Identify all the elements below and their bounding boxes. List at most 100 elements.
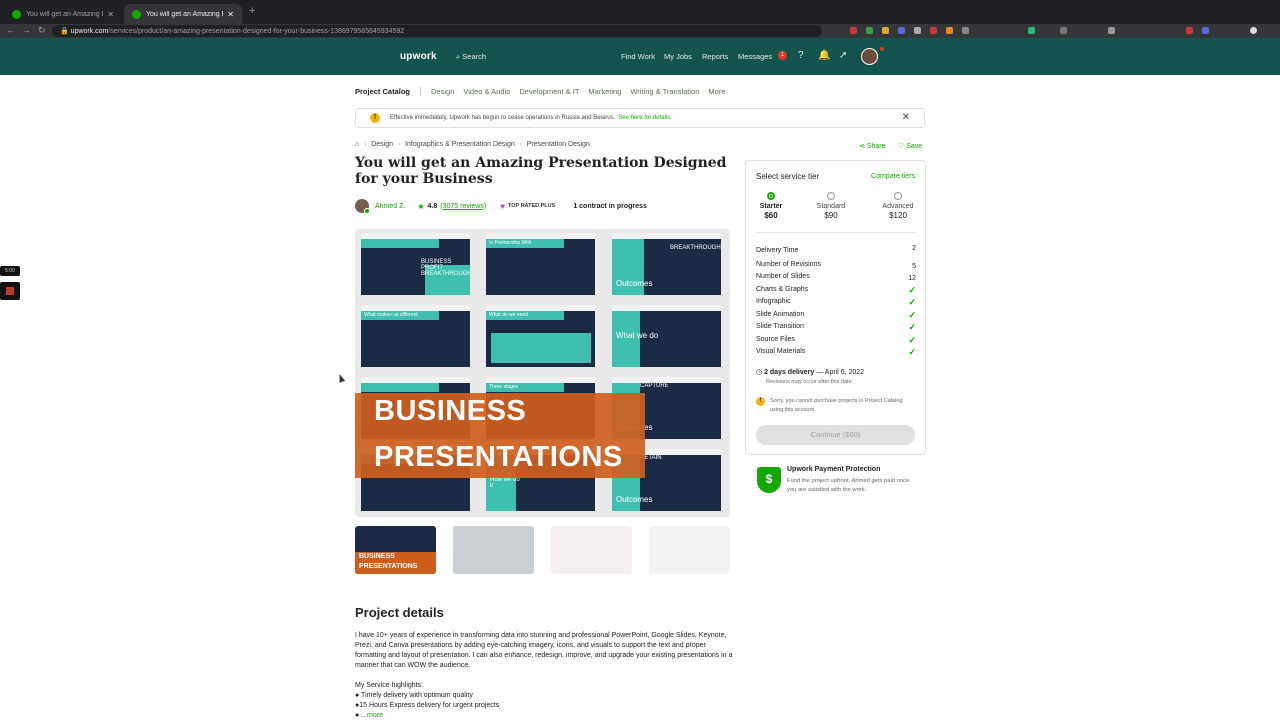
forward-icon[interactable]: →	[22, 25, 31, 35]
close-tab-icon[interactable]: ✕	[107, 10, 114, 19]
tier-option-advanced[interactable]: Advanced $120	[873, 192, 923, 220]
heart-icon: ♡	[898, 143, 905, 150]
slide-heading	[361, 239, 439, 248]
checkmark-icon: ✓	[908, 297, 916, 307]
highlight-item: ● Timely delivery with optimum quality	[355, 692, 473, 699]
clock-icon: ◷	[756, 369, 763, 376]
extension-icon[interactable]	[946, 27, 953, 34]
project-catalog-link[interactable]: Project Catalog	[355, 86, 422, 96]
extension-icon[interactable]	[1108, 27, 1115, 34]
reload-icon[interactable]: ↻	[38, 25, 46, 36]
extension-icon[interactable]	[1028, 27, 1035, 34]
breadcrumb-presentation-design[interactable]: Presentation Design	[527, 141, 590, 148]
share-button[interactable]: ⋖ Share	[859, 142, 886, 150]
close-icon[interactable]: ✕	[902, 112, 910, 123]
cat-video-audio[interactable]: Video & Audio	[463, 87, 510, 96]
highlights-title: My Service highlights:	[355, 682, 424, 689]
gallery-thumbnail[interactable]	[551, 526, 632, 574]
close-tab-icon[interactable]: ✕	[227, 10, 234, 19]
radio-icon	[827, 192, 835, 200]
gallery-slide: BUSINESS PROFIT BREAKTHROUGH	[361, 233, 470, 295]
nav-find-work[interactable]: Find Work	[621, 52, 655, 61]
extension-icon[interactable]	[882, 27, 889, 34]
feature-label: Charts & Graphs	[756, 286, 809, 293]
cat-design[interactable]: Design	[431, 87, 454, 96]
feature-label: Number of Revisions	[756, 261, 821, 268]
direct-contracts-icon[interactable]: ➚	[839, 50, 847, 61]
slide-big-label: How we do it	[490, 477, 520, 489]
gallery-thumbnail[interactable]	[453, 526, 534, 574]
extension-icon[interactable]	[1060, 27, 1067, 34]
gallery-main-image[interactable]: BUSINESS PROFIT BREAKTHROUGH In Partners…	[355, 229, 730, 517]
extension-icon[interactable]	[962, 27, 969, 34]
extension-icon[interactable]	[850, 27, 857, 34]
gallery-slide: What do we need	[486, 305, 595, 367]
nav-reports[interactable]: Reports	[702, 52, 728, 61]
cat-marketing[interactable]: Marketing	[588, 87, 621, 96]
compare-tiers-link[interactable]: Compare tiers	[871, 173, 915, 180]
new-tab-icon[interactable]: +	[249, 5, 255, 17]
cat-writing-translation[interactable]: Writing & Translation	[630, 87, 699, 96]
cat-development-it[interactable]: Development & IT	[519, 87, 579, 96]
breadcrumb-design[interactable]: Design	[371, 141, 393, 148]
gallery-thumbnail[interactable]	[649, 526, 730, 574]
continue-button[interactable]: Continue ($60)	[756, 425, 915, 445]
gallery-slide: What makes us different	[361, 305, 470, 367]
feature-label: Slide Animation	[756, 311, 805, 318]
browser-tab-active[interactable]: You will get an Amazing Presentation ✕	[124, 4, 242, 24]
tier-option-starter[interactable]: Starter $60	[746, 192, 796, 220]
payment-shield-icon: $	[757, 467, 781, 493]
extension-icon[interactable]	[1202, 27, 1209, 34]
extension-icon[interactable]	[866, 27, 873, 34]
stop-recording-button[interactable]	[0, 282, 20, 300]
cat-more[interactable]: More	[708, 87, 725, 96]
feature-label: Delivery Time	[756, 247, 799, 254]
warning-icon: !	[370, 113, 380, 123]
extension-icon[interactable]	[898, 27, 905, 34]
profile-icon[interactable]	[1250, 27, 1257, 34]
messages-badge: 1	[778, 51, 787, 60]
seller-name[interactable]: Ahmed Z.	[375, 203, 405, 210]
divider	[756, 232, 916, 233]
back-icon[interactable]: ←	[6, 25, 15, 35]
delivery-date: — April 6, 2022	[814, 369, 865, 376]
purchase-restriction-note: Sorry, you cannot purchase projects in P…	[770, 398, 903, 413]
help-icon[interactable]: ?	[798, 50, 804, 61]
delivery-info: ◷ 2 days delivery — April 6, 2022	[756, 368, 864, 376]
seller-reviews-link[interactable]: (3075 reviews)	[440, 203, 486, 210]
more-link[interactable]: more	[367, 712, 383, 719]
slide-accent	[491, 333, 591, 363]
home-icon[interactable]: ⌂	[355, 141, 359, 148]
url-field[interactable]: 🔒 upwork.com/services/product/an-amazing…	[52, 25, 822, 37]
feature-row: Delivery Time 2	[756, 245, 916, 254]
browser-tab[interactable]: You will get an Amazing Presentation ✕	[4, 4, 122, 24]
bell-icon[interactable]: 🔔	[818, 50, 830, 61]
seller-avatar[interactable]	[355, 199, 370, 214]
alert-details-link[interactable]: See here for details.	[618, 115, 672, 121]
checkmark-icon: ✓	[908, 335, 916, 345]
slide-heading: What makes us different	[361, 311, 439, 320]
feature-label: Number of Slides	[756, 273, 810, 280]
nav-messages[interactable]: Messages	[738, 52, 772, 61]
slide-caption: BREAKTHROUGH	[670, 245, 721, 251]
save-button[interactable]: ♡ Save	[898, 142, 922, 150]
top-rated-badge: TOP RATED PLUS	[507, 203, 556, 209]
user-avatar[interactable]	[861, 48, 878, 65]
tier-option-standard[interactable]: Standard $90	[806, 192, 856, 220]
feature-label: Visual Materials	[756, 348, 806, 355]
slide-caption: CAPTURE	[640, 383, 669, 389]
nav-my-jobs[interactable]: My Jobs	[664, 52, 692, 61]
gallery-slide: BREAKTHROUGH Outcomes	[612, 233, 721, 295]
thumb-text-line2: PRESENTATIONS	[359, 563, 418, 570]
recording-timer: 5:00	[0, 266, 20, 276]
header-search[interactable]: ⌕ Search	[456, 52, 486, 62]
tier-card-title: Select service tier	[756, 172, 820, 181]
feature-row: Slide Animation ✓	[756, 310, 916, 320]
breadcrumb-infographics[interactable]: Infographics & Presentation Design	[405, 141, 515, 148]
extension-icon[interactable]	[1186, 27, 1193, 34]
extension-icon[interactable]	[930, 27, 937, 34]
upwork-logo[interactable]: upwork	[400, 51, 437, 62]
extension-icon[interactable]	[914, 27, 921, 34]
page-title: You will get an Amazing Presentation Des…	[355, 155, 727, 187]
gallery-thumbnail[interactable]: BUSINESS PRESENTATIONS	[355, 526, 436, 574]
